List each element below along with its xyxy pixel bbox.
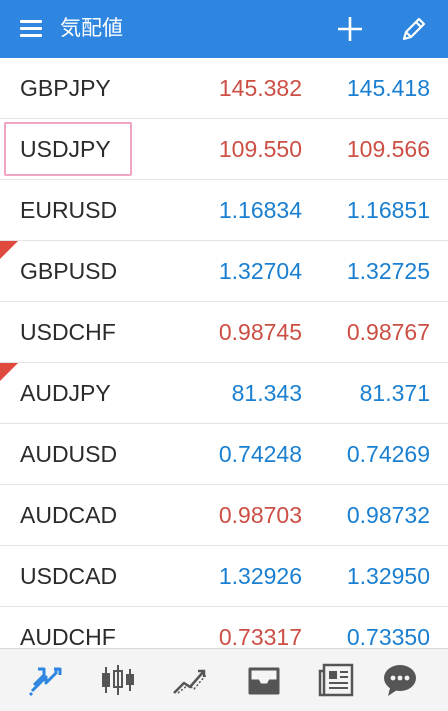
bid-price: 81.343: [231, 380, 302, 406]
bid-price: 1.32926: [218, 563, 302, 589]
alert-corner-marker: [0, 363, 18, 381]
quote-row-usdjpy[interactable]: USDJPY 109.550 109.566: [0, 119, 448, 180]
nav-chart-icon[interactable]: [98, 661, 138, 699]
app-root: 気配値 GBPJPY 145.382 145.418 USDJPY 109.55…: [0, 0, 448, 711]
nav-history-icon[interactable]: [244, 661, 284, 699]
quote-row-audjpy[interactable]: AUDJPY 81.343 81.371: [0, 363, 448, 424]
quotes-list[interactable]: GBPJPY 145.382 145.418 USDJPY 109.550 10…: [0, 58, 448, 648]
page-title: 気配値: [60, 16, 123, 40]
bid-price: 145.382: [218, 75, 302, 101]
quote-row-eurusd[interactable]: EURUSD 1.16834 1.16851: [0, 180, 448, 241]
hamburger-menu-icon[interactable]: [20, 18, 44, 40]
quote-row-gbpjpy[interactable]: GBPJPY 145.382 145.418: [0, 58, 448, 119]
nav-quotes-icon[interactable]: [26, 661, 66, 699]
ask-price: 1.32950: [346, 563, 430, 589]
ask-price: 0.98767: [346, 319, 430, 345]
symbol-name: AUDCAD: [20, 502, 118, 528]
ask-price: 1.16851: [346, 197, 430, 223]
pencil-edit-icon[interactable]: [400, 15, 428, 43]
ask-price: 0.98732: [346, 502, 430, 528]
bid-price: 1.16834: [218, 197, 302, 223]
app-bar: 気配値: [0, 0, 448, 58]
nav-news-icon[interactable]: [316, 661, 356, 699]
symbol-name: GBPJPY: [20, 75, 111, 101]
ask-price: 145.418: [346, 75, 430, 101]
nav-messages-icon[interactable]: [380, 661, 420, 699]
symbol-name: EURUSD: [20, 197, 118, 223]
ask-price: 1.32725: [346, 258, 430, 284]
symbol-name: AUDJPY: [20, 380, 111, 406]
quote-row-audusd[interactable]: AUDUSD 0.74248 0.74269: [0, 424, 448, 485]
ask-price: 0.73350: [346, 624, 430, 648]
bid-price: 0.98745: [218, 319, 302, 345]
quote-row-audcad[interactable]: AUDCAD 0.98703 0.98732: [0, 485, 448, 546]
bottom-navigation: [0, 648, 448, 711]
bid-price: 1.32704: [218, 258, 302, 284]
bid-price: 0.73317: [218, 624, 302, 648]
symbol-name: USDJPY: [20, 136, 111, 162]
symbol-name: GBPUSD: [20, 258, 118, 284]
bid-price: 109.550: [218, 136, 302, 162]
ask-price: 0.74269: [346, 441, 430, 467]
bid-price: 0.74248: [218, 441, 302, 467]
ask-price: 109.566: [346, 136, 430, 162]
symbol-name: AUDCHF: [20, 624, 116, 648]
add-symbol-icon[interactable]: [336, 15, 364, 43]
quote-row-usdcad[interactable]: USDCAD 1.32926 1.32950: [0, 546, 448, 607]
symbol-name: USDCAD: [20, 563, 118, 589]
ask-price: 81.371: [359, 380, 430, 406]
bid-price: 0.98703: [218, 502, 302, 528]
quote-row-gbpusd[interactable]: GBPUSD 1.32704 1.32725: [0, 241, 448, 302]
symbol-name: USDCHF: [20, 319, 116, 345]
symbol-name: AUDUSD: [20, 441, 118, 467]
quote-row-usdchf[interactable]: USDCHF 0.98745 0.98767: [0, 302, 448, 363]
alert-corner-marker: [0, 241, 18, 259]
quote-row-audchf[interactable]: AUDCHF 0.73317 0.73350: [0, 607, 448, 648]
nav-trade-icon[interactable]: [170, 661, 210, 699]
